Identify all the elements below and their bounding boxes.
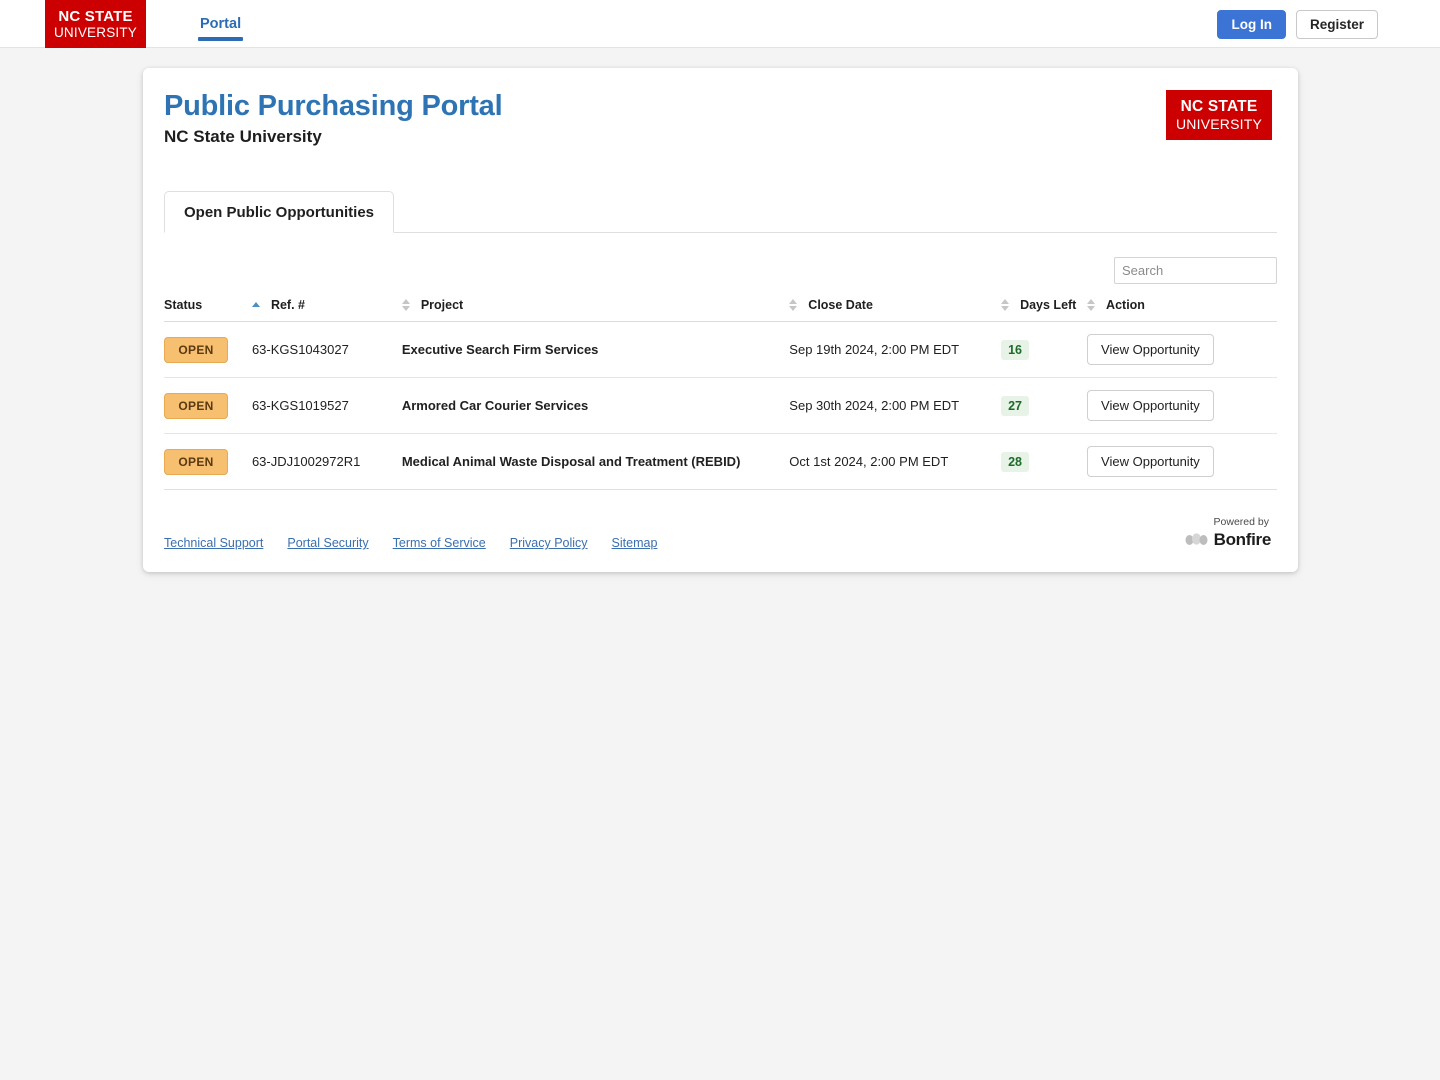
card-logo-line2: UNIVERSITY: [1175, 115, 1262, 132]
tab-bar: Open Public Opportunities: [164, 191, 1277, 233]
tab-open-public-opportunities[interactable]: Open Public Opportunities: [164, 191, 395, 233]
sort-icon[interactable]: [789, 299, 798, 311]
table-body: OPEN 63-KGS1043027 Executive Search Firm…: [164, 321, 1277, 490]
status-badge: OPEN: [164, 336, 228, 363]
card-footer: Technical Support Portal Security Terms …: [164, 490, 1277, 550]
status-badge: OPEN: [164, 392, 228, 419]
cell-project: Medical Animal Waste Disposal and Treatm…: [401, 433, 790, 490]
cell-days-left: 28: [1001, 433, 1088, 490]
column-label-action: Action: [1106, 298, 1145, 312]
bonfire-mark: Bonfire: [1185, 530, 1271, 550]
table-row: OPEN 63-KGS1043027 Executive Search Firm…: [164, 321, 1277, 378]
cell-days-left: 16: [1001, 321, 1088, 378]
opportunities-table: Status Ref. # Project Close Date Days Le…: [164, 298, 1277, 490]
footer-link-privacy-policy[interactable]: Privacy Policy: [510, 536, 588, 550]
cell-ref: 63-KGS1043027: [251, 321, 402, 378]
column-header-ref[interactable]: Ref. #: [251, 298, 402, 322]
column-label-project: Project: [420, 298, 464, 312]
cell-status: OPEN: [164, 377, 252, 434]
footer-links: Technical Support Portal Security Terms …: [164, 536, 657, 550]
cell-project: Executive Search Firm Services: [401, 321, 790, 378]
navbar-actions: Log In Register: [1217, 0, 1378, 48]
page-subtitle: NC State University: [164, 127, 322, 146]
footer-link-sitemap[interactable]: Sitemap: [612, 536, 658, 550]
column-header-days-left[interactable]: Days Left: [1001, 298, 1088, 322]
cell-ref: 63-KGS1019527: [251, 377, 402, 434]
table-header: Status Ref. # Project Close Date Days Le…: [164, 298, 1277, 322]
sort-ascending-icon[interactable]: [251, 301, 261, 309]
search-row: [164, 233, 1277, 284]
card-header: Public Purchasing Portal NC State Univer…: [164, 68, 1277, 147]
column-label-ref: Ref. #: [270, 298, 305, 312]
cell-days-left: 27: [1001, 377, 1088, 434]
cell-project: Armored Car Courier Services: [401, 377, 790, 434]
table-row: OPEN 63-JDJ1002972R1 Medical Animal Wast…: [164, 433, 1277, 490]
bonfire-flame-icon: [1185, 531, 1209, 550]
column-header-action: Action: [1087, 298, 1277, 322]
cell-ref: 63-JDJ1002972R1: [251, 433, 402, 490]
bonfire-wordmark: Bonfire: [1213, 530, 1272, 549]
cell-close-date: Sep 19th 2024, 2:00 PM EDT: [789, 321, 1002, 378]
cell-action: View Opportunity: [1087, 433, 1277, 490]
column-header-close-date[interactable]: Close Date: [789, 298, 1002, 322]
cell-close-date: Sep 30th 2024, 2:00 PM EDT: [789, 377, 1002, 434]
portal-card: Public Purchasing Portal NC State Univer…: [143, 68, 1298, 572]
powered-by-label: Powered by: [1213, 516, 1269, 528]
table-row: OPEN 63-KGS1019527 Armored Car Courier S…: [164, 377, 1277, 434]
sort-icon[interactable]: [1087, 299, 1096, 311]
nc-state-navbar-logo[interactable]: NC STATE UNIVERSITY: [45, 0, 146, 48]
cell-action: View Opportunity: [1087, 377, 1277, 434]
view-opportunity-button[interactable]: View Opportunity: [1087, 446, 1214, 477]
nc-state-card-logo: NC STATE UNIVERSITY: [1166, 90, 1272, 140]
column-label-close-date: Close Date: [808, 298, 873, 312]
cell-status: OPEN: [164, 321, 252, 378]
column-label-days-left: Days Left: [1020, 298, 1077, 312]
status-badge: OPEN: [164, 448, 228, 475]
footer-link-portal-security[interactable]: Portal Security: [287, 536, 368, 550]
cell-close-date: Oct 1st 2024, 2:00 PM EDT: [789, 433, 1002, 490]
sort-icon[interactable]: [401, 299, 411, 311]
column-header-status[interactable]: Status: [164, 298, 252, 322]
table-header-row: Status Ref. # Project Close Date Days Le…: [164, 298, 1277, 322]
view-opportunity-button[interactable]: View Opportunity: [1087, 334, 1214, 365]
nav-logo-line2: UNIVERSITY: [53, 24, 137, 40]
search-input[interactable]: [1114, 257, 1277, 284]
navbar-links: Portal: [198, 0, 244, 47]
view-opportunity-button[interactable]: View Opportunity: [1087, 390, 1214, 421]
days-left-badge: 16: [1001, 339, 1029, 360]
sort-icon[interactable]: [1001, 299, 1010, 311]
card-logo-line1: NC STATE: [1180, 98, 1258, 116]
cell-status: OPEN: [164, 433, 252, 490]
bonfire-attribution: Powered by Bonfire: [1185, 516, 1271, 550]
footer-link-terms-of-service[interactable]: Terms of Service: [393, 536, 486, 550]
footer-link-technical-support[interactable]: Technical Support: [164, 536, 263, 550]
days-left-badge: 27: [1001, 395, 1029, 416]
cell-action: View Opportunity: [1087, 321, 1277, 378]
column-header-project[interactable]: Project: [401, 298, 790, 322]
nav-item-portal[interactable]: Portal: [198, 0, 244, 47]
top-navbar: NC STATE UNIVERSITY Portal Log In Regist…: [0, 0, 1440, 48]
column-label-status: Status: [164, 298, 203, 312]
days-left-badge: 28: [1001, 451, 1029, 472]
title-block: Public Purchasing Portal NC State Univer…: [164, 90, 503, 147]
page-title: Public Purchasing Portal: [164, 90, 503, 122]
nav-logo-line1: NC STATE: [58, 7, 133, 25]
register-button[interactable]: Register: [1295, 9, 1378, 39]
log-in-button[interactable]: Log In: [1217, 9, 1286, 39]
